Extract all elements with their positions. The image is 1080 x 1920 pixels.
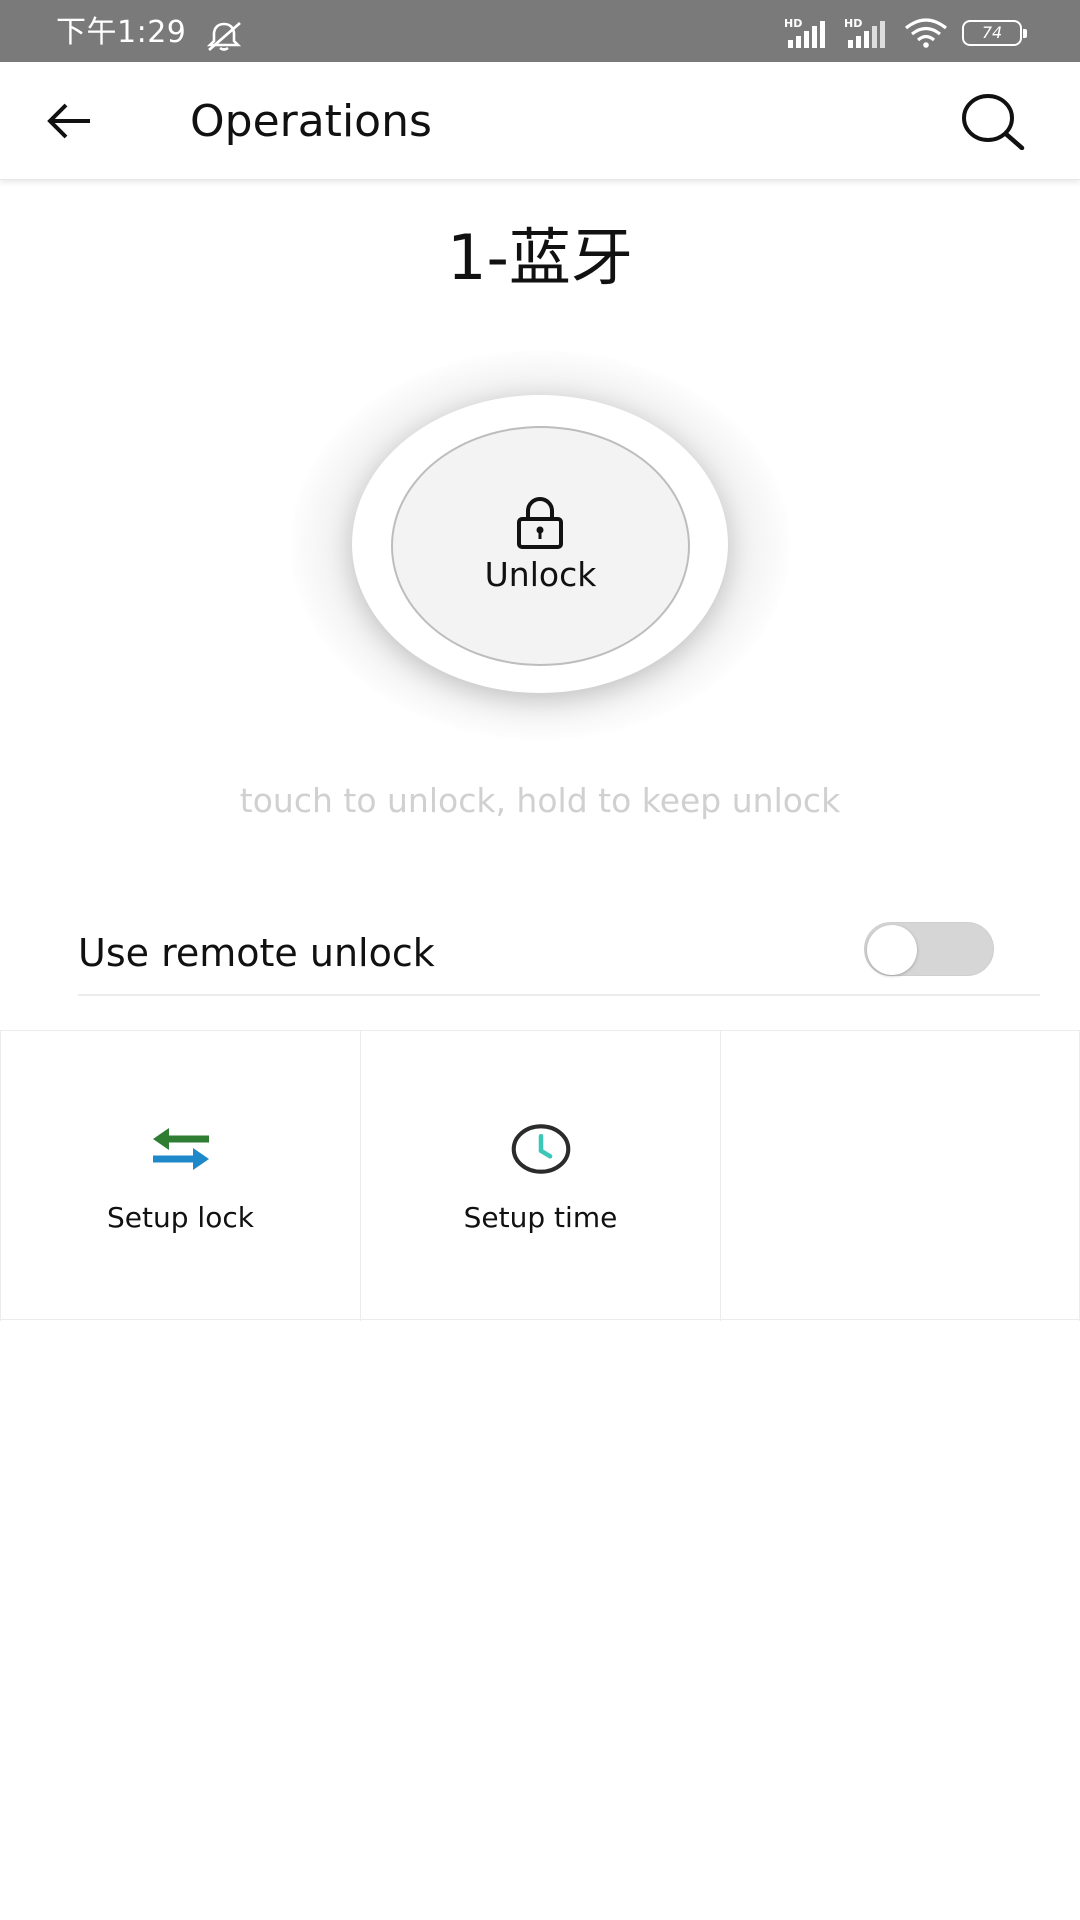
setup-lock-button[interactable]: Setup lock <box>0 1031 360 1321</box>
lock-name: 1-蓝牙 <box>447 221 633 294</box>
padlock-icon <box>517 497 563 549</box>
wifi-icon <box>905 18 947 48</box>
signal-icon: HD <box>844 18 890 48</box>
battery-icon: 74 <box>962 20 1027 46</box>
clock-icon <box>511 1119 571 1179</box>
unlock-label: Unlock <box>484 555 597 594</box>
search-icon <box>962 94 1025 150</box>
setup-lock-label: Setup lock <box>107 1201 254 1234</box>
remote-unlock-toggle[interactable] <box>864 922 994 976</box>
swap-arrows-icon <box>151 1119 211 1179</box>
toggle-knob <box>867 925 917 975</box>
search-button[interactable] <box>958 86 1028 156</box>
status-indicators: HD HD 74 <box>784 18 1027 48</box>
setup-time-button[interactable]: Setup time <box>360 1031 720 1321</box>
dnd-bell-off-icon <box>206 21 242 52</box>
remote-unlock-label: Use remote unlock <box>78 931 435 975</box>
status-bar: 下午1:29 HD HD 74 <box>0 0 1080 62</box>
signal-icon: HD <box>784 18 830 48</box>
back-button[interactable] <box>36 88 102 154</box>
empty-grid-cell <box>720 1031 1080 1321</box>
app-bar: Operations <box>0 62 1080 180</box>
status-time: 下午1:29 <box>56 15 187 50</box>
page-title: Operations <box>190 96 432 147</box>
action-grid: Setup lock Setup time <box>0 1030 1080 1321</box>
unlock-hint: touch to unlock, hold to keep unlock <box>239 781 841 820</box>
remote-unlock-row: Use remote unlock <box>78 910 1040 996</box>
setup-time-label: Setup time <box>463 1201 618 1234</box>
arrow-left-icon <box>47 103 90 139</box>
